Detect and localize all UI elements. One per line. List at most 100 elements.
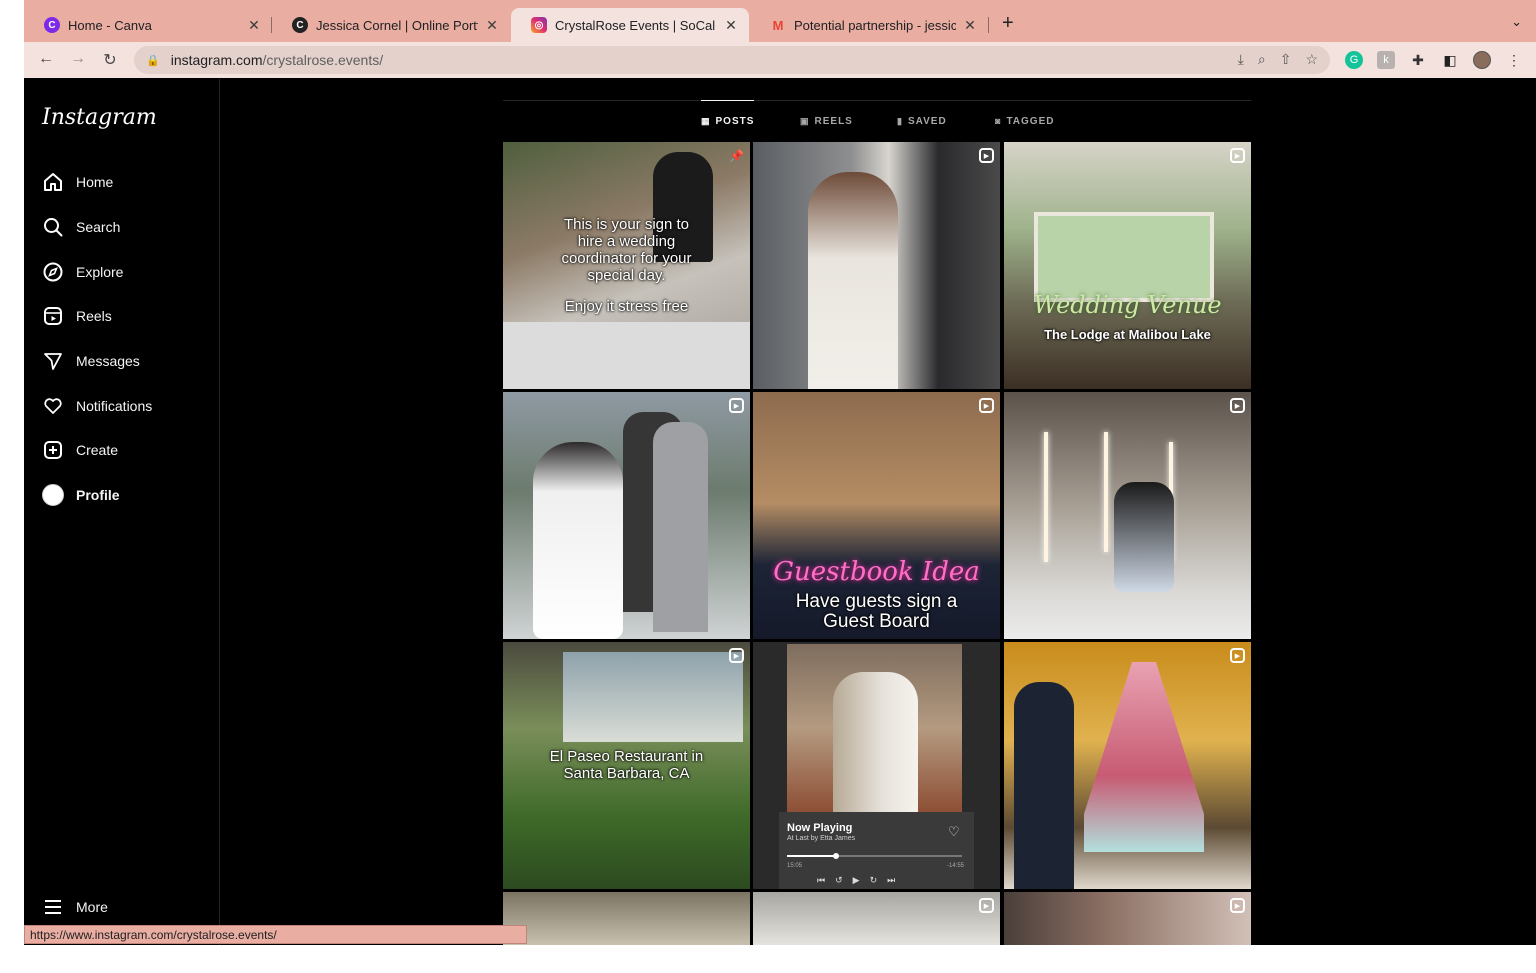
portfolio-icon: C xyxy=(292,17,308,33)
post-caption-secondary: Have guests sign a Guest Board xyxy=(795,591,958,632)
reel-icon: ▶ xyxy=(979,898,994,913)
bookmark-star-icon[interactable]: ☆ xyxy=(1305,51,1318,68)
close-icon[interactable]: ✕ xyxy=(723,17,739,34)
post-caption-secondary: Enjoy it stress free xyxy=(564,298,689,315)
avatar xyxy=(42,484,64,506)
sidebar-item-create[interactable]: Create xyxy=(42,436,118,464)
grid-post[interactable]: 📌 This is your sign to hire a wedding co… xyxy=(503,142,750,389)
reel-icon: ▶ xyxy=(1230,898,1245,913)
tab-portfolio[interactable]: C Jessica Cornel | Online Portfolio ✕ xyxy=(272,8,510,42)
lock-icon[interactable]: 🔒 xyxy=(146,54,160,67)
heart-icon xyxy=(42,395,64,417)
grid-icon: ▦ xyxy=(701,116,711,126)
tabs-divider xyxy=(503,100,1251,101)
reels-icon: ▣ xyxy=(800,115,810,126)
reel-icon: ▶ xyxy=(979,148,994,163)
post-caption: Guestbook Idea xyxy=(773,557,980,587)
sidebar-item-explore[interactable]: Explore xyxy=(42,258,123,286)
grid-post[interactable]: ▶ xyxy=(503,392,750,639)
post-caption: El Paseo Restaurant in Santa Barbara, CA xyxy=(549,748,704,782)
tab-instagram[interactable]: ◎ CrystalRose Events | SoCal We ✕ xyxy=(511,8,749,42)
puzzle-icon[interactable]: ✚ xyxy=(1409,51,1427,69)
side-panel-icon[interactable]: ◧ xyxy=(1441,51,1459,69)
grid-post[interactable]: Now Playing At Last by Etta James ♡ 15:0… xyxy=(753,642,1000,889)
search-icon xyxy=(42,216,64,238)
play-icon[interactable]: ▶ xyxy=(853,875,860,886)
url-domain: instagram.com xyxy=(170,52,263,68)
time-remaining: -14:55 xyxy=(947,863,965,869)
back-15-icon[interactable]: ↺ xyxy=(835,875,843,886)
post-caption: This is your sign to hire a wedding coor… xyxy=(561,216,692,284)
canva-icon: C xyxy=(44,17,60,33)
bookmark-icon: ▮ xyxy=(897,115,903,126)
browser-toolbar: ← → ↻ 🔒 instagram.com/crystalrose.events… xyxy=(24,42,1536,78)
tag-icon: ◙ xyxy=(995,116,1002,126)
time-elapsed: 15:05 xyxy=(787,863,803,869)
instagram-logo[interactable]: Instagram xyxy=(42,105,157,130)
forward-icon[interactable]: → xyxy=(68,50,88,68)
grammarly-icon[interactable]: G xyxy=(1345,51,1363,69)
now-playing-label: Now Playing xyxy=(787,822,853,834)
tab-reels[interactable]: ▣ REELS xyxy=(800,100,853,142)
grid-post[interactable]: ▶ xyxy=(753,892,1000,945)
browser-window: C Home - Canva ✕ C Jessica Cornel | Onli… xyxy=(24,0,1536,945)
home-icon xyxy=(42,171,64,193)
tab-search-button[interactable]: ⌄ xyxy=(1511,14,1522,30)
reel-icon: ▶ xyxy=(1230,148,1245,163)
sidebar-item-messages[interactable]: Messages xyxy=(42,347,140,375)
sidebar-item-home[interactable]: Home xyxy=(42,168,113,196)
close-icon[interactable]: ✕ xyxy=(484,17,500,34)
sidebar-item-search[interactable]: Search xyxy=(42,213,120,241)
reload-icon[interactable]: ↻ xyxy=(100,50,120,70)
gmail-icon: M xyxy=(772,17,784,33)
song-title: At Last by Etta James xyxy=(787,835,856,842)
instagram-sidebar: Instagram Home Search Explore Reels Mess… xyxy=(24,79,220,945)
reel-icon: ▶ xyxy=(729,398,744,413)
sidebar-item-notifications[interactable]: Notifications xyxy=(42,392,152,420)
forward-15-icon[interactable]: ↻ xyxy=(870,875,878,886)
menu-dots-icon[interactable]: ⋮ xyxy=(1505,51,1523,69)
grid-post[interactable]: ▶ El Paseo Restaurant in Santa Barbara, … xyxy=(503,642,750,889)
rewind-icon[interactable]: ⏮ xyxy=(817,875,825,886)
tab-canva[interactable]: C Home - Canva ✕ xyxy=(24,8,272,42)
address-bar[interactable]: 🔒 instagram.com/crystalrose.events/ ⤓ ⌕ … xyxy=(134,46,1330,74)
profile-main: ▦ POSTS ▣ REELS ▮ SAVED ◙ TAGGED 📌 This is y… xyxy=(221,79,1536,945)
sidebar-item-more[interactable]: More xyxy=(42,893,108,921)
zoom-icon[interactable]: ⌕ xyxy=(1258,51,1266,68)
reel-icon: ▶ xyxy=(1230,398,1245,413)
share-icon[interactable]: ⇧ xyxy=(1280,51,1292,68)
reel-icon: ▶ xyxy=(1230,648,1245,663)
back-icon[interactable]: ← xyxy=(36,50,56,68)
url-path: /crystalrose.events/ xyxy=(262,52,384,68)
extension-k-icon[interactable]: k xyxy=(1377,51,1395,69)
grid-post[interactable]: ▶ Guestbook Idea Have guests sign a Gues… xyxy=(753,392,1000,639)
sidebar-item-profile[interactable]: Profile xyxy=(42,481,120,509)
close-icon[interactable]: ✕ xyxy=(246,17,262,34)
grid-post[interactable]: ▶ xyxy=(1004,892,1251,945)
avatar[interactable] xyxy=(1473,51,1491,69)
close-icon[interactable]: ✕ xyxy=(962,17,978,34)
tab-gmail[interactable]: M Potential partnership - jessica. ✕ xyxy=(750,8,988,42)
grid-post[interactable]: ▶ xyxy=(753,142,1000,389)
post-caption-secondary: The Lodge at Malibou Lake xyxy=(1044,327,1211,342)
tab-strip: C Home - Canva ✕ C Jessica Cornel | Onli… xyxy=(24,0,1536,42)
plus-square-icon xyxy=(42,439,64,461)
instagram-icon: ◎ xyxy=(531,17,547,33)
heart-icon[interactable]: ♡ xyxy=(948,824,960,840)
tab-posts[interactable]: ▦ POSTS xyxy=(701,100,755,142)
reels-icon xyxy=(42,305,64,327)
grid-post[interactable]: ▶ Wedding Venue The Lodge at Malibou Lak… xyxy=(1004,142,1251,389)
fast-forward-icon[interactable]: ⏭ xyxy=(887,875,895,886)
install-icon[interactable]: ⤓ xyxy=(1238,51,1244,68)
grid-post[interactable] xyxy=(503,892,750,945)
sidebar-item-reels[interactable]: Reels xyxy=(42,302,112,330)
reel-icon: ▶ xyxy=(729,648,744,663)
pin-icon: 📌 xyxy=(729,148,744,163)
tab-saved[interactable]: ▮ SAVED xyxy=(897,100,947,142)
new-tab-button[interactable]: + xyxy=(1002,12,1014,35)
grid-post[interactable]: ▶ xyxy=(1004,392,1251,639)
status-bar-url: https://www.instagram.com/crystalrose.ev… xyxy=(24,925,527,944)
reel-icon: ▶ xyxy=(979,398,994,413)
grid-post[interactable]: ▶ xyxy=(1004,642,1251,889)
tab-tagged[interactable]: ◙ TAGGED xyxy=(995,100,1054,142)
